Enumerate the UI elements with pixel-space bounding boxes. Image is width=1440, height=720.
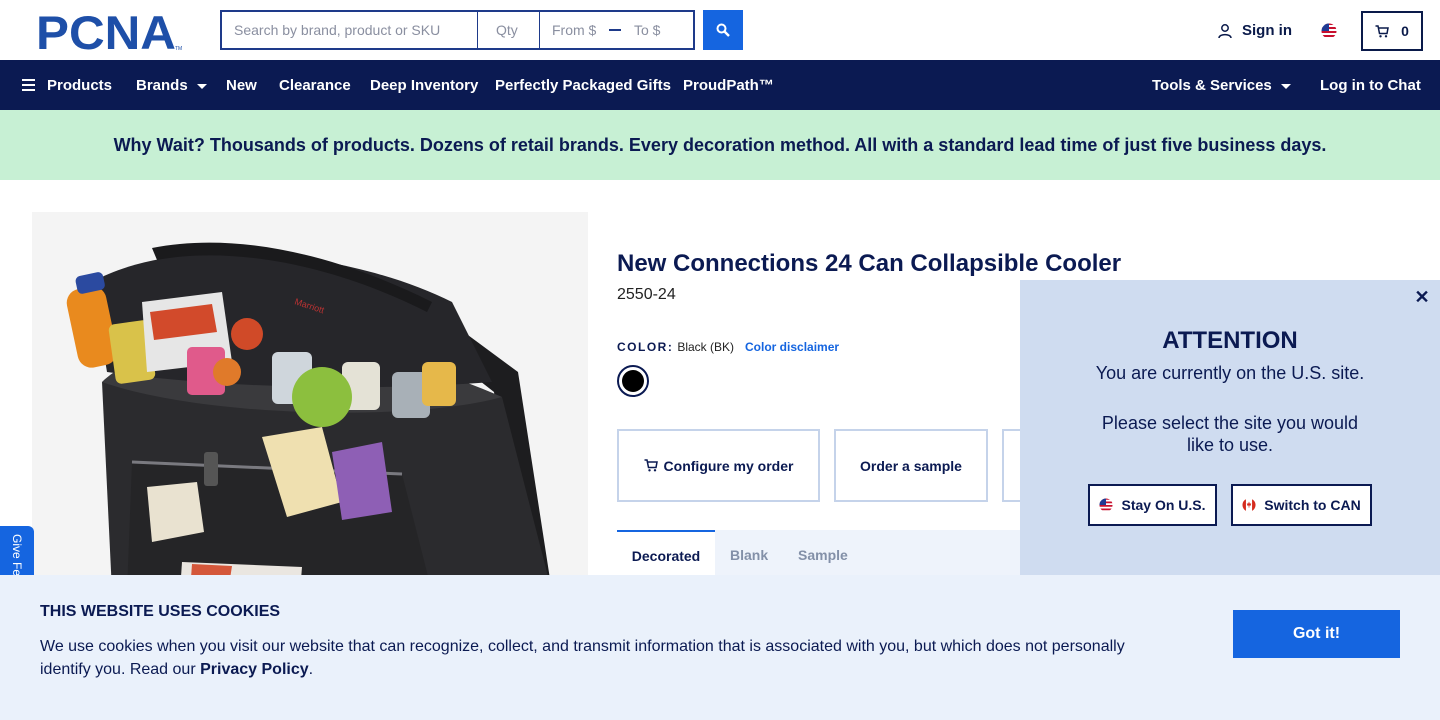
stay-us-label: Stay On U.S. <box>1121 497 1206 513</box>
nav-products-label: Products <box>47 76 113 94</box>
search-button[interactable] <box>703 10 743 50</box>
locale-title: ATTENTION <box>1162 327 1298 354</box>
price-to-input[interactable] <box>626 12 690 48</box>
nav-brands-label: Brands <box>136 76 188 94</box>
configure-order-button[interactable]: Configure my order <box>617 429 820 502</box>
cookie-accept-button[interactable]: Got it! <box>1233 610 1400 658</box>
sign-in-link[interactable]: Sign in <box>1217 22 1292 39</box>
logo-trademark: TM <box>175 46 182 51</box>
switch-can-button[interactable]: Switch to CAN <box>1231 484 1372 526</box>
product-sku: 2550-24 <box>617 286 676 303</box>
qty-input[interactable] <box>478 12 540 48</box>
nav-proudpath[interactable]: ProudPath™ <box>683 60 774 110</box>
tab-decorated[interactable]: Decorated <box>617 530 715 580</box>
privacy-policy-link[interactable]: Privacy Policy <box>200 661 309 678</box>
product-title: New Connections 24 Can Collapsible Coole… <box>617 250 1122 277</box>
canada-flag-icon <box>1242 498 1256 512</box>
swatch-fill <box>622 370 644 392</box>
cart-count: 0 <box>1401 23 1409 39</box>
price-range-dash <box>604 12 626 48</box>
locale-prompt: Please select the site you would like to… <box>1101 413 1359 455</box>
tab-blank[interactable]: Blank <box>730 530 768 580</box>
us-flag-icon[interactable] <box>1321 23 1337 39</box>
nav-tools-label: Tools & Services <box>1152 76 1272 94</box>
us-flag-icon <box>1099 498 1114 512</box>
cart-icon <box>644 459 658 472</box>
nav-perfectly-packaged-gifts[interactable]: Perfectly Packaged Gifts <box>495 60 671 110</box>
main-nav: Products Brands New Clearance Deep Inven… <box>0 60 1440 110</box>
logo-text: PCNA <box>36 11 176 51</box>
nav-brands[interactable]: Brands <box>136 60 207 110</box>
caret-down-icon <box>1280 84 1291 89</box>
cart-icon <box>1375 24 1389 37</box>
color-label: COLOR: <box>617 340 674 354</box>
nav-deep-inventory[interactable]: Deep Inventory <box>370 60 478 110</box>
cookie-text: We use cookies when you visit our websit… <box>40 635 1140 681</box>
locale-current-site: You are currently on the U.S. site. <box>1095 363 1365 383</box>
search-input[interactable] <box>222 12 478 48</box>
color-row: COLOR: Black (BK) Color disclaimer <box>617 340 839 354</box>
hamburger-icon <box>22 79 35 91</box>
search-bar <box>220 10 695 50</box>
header: PCNA TM Sign in <box>0 0 1440 60</box>
sign-in-label: Sign in <box>1242 22 1292 39</box>
pcna-logo[interactable]: PCNA TM <box>36 6 184 59</box>
nav-tools-services[interactable]: Tools & Services <box>1152 60 1291 110</box>
cookie-period: . <box>308 661 314 678</box>
stay-us-button[interactable]: Stay On U.S. <box>1088 484 1217 526</box>
product-image[interactable]: Marriott <box>32 212 588 592</box>
search-icon <box>716 23 730 37</box>
promo-text: Why Wait? Thousands of products. Dozens … <box>113 134 1327 155</box>
configure-order-label: Configure my order <box>663 457 794 474</box>
caret-down-icon <box>196 84 207 89</box>
tab-sample[interactable]: Sample <box>798 530 848 580</box>
order-sample-button[interactable]: Order a sample <box>834 429 988 502</box>
nav-products[interactable]: Products <box>22 60 112 110</box>
nav-clearance[interactable]: Clearance <box>279 60 351 110</box>
close-icon[interactable]: ✕ <box>1414 288 1430 306</box>
cookie-banner: THIS WEBSITE USES COOKIES We use cookies… <box>0 575 1440 720</box>
nav-new[interactable]: New <box>226 60 257 110</box>
user-icon <box>1218 23 1232 38</box>
switch-can-label: Switch to CAN <box>1264 497 1361 513</box>
locale-modal: ✕ ATTENTION You are currently on the U.S… <box>1020 280 1440 580</box>
cart-button[interactable]: 0 <box>1361 11 1423 51</box>
color-swatch-black[interactable] <box>617 365 649 397</box>
cookie-title: THIS WEBSITE USES COOKIES <box>40 603 281 620</box>
price-from-input[interactable] <box>540 12 604 48</box>
promo-banner: Why Wait? Thousands of products. Dozens … <box>0 110 1440 180</box>
order-sample-label: Order a sample <box>860 457 962 474</box>
nav-log-in-to-chat[interactable]: Log in to Chat <box>1320 60 1421 110</box>
color-disclaimer-link[interactable]: Color disclaimer <box>745 340 839 354</box>
color-value: Black (BK) <box>677 340 735 354</box>
